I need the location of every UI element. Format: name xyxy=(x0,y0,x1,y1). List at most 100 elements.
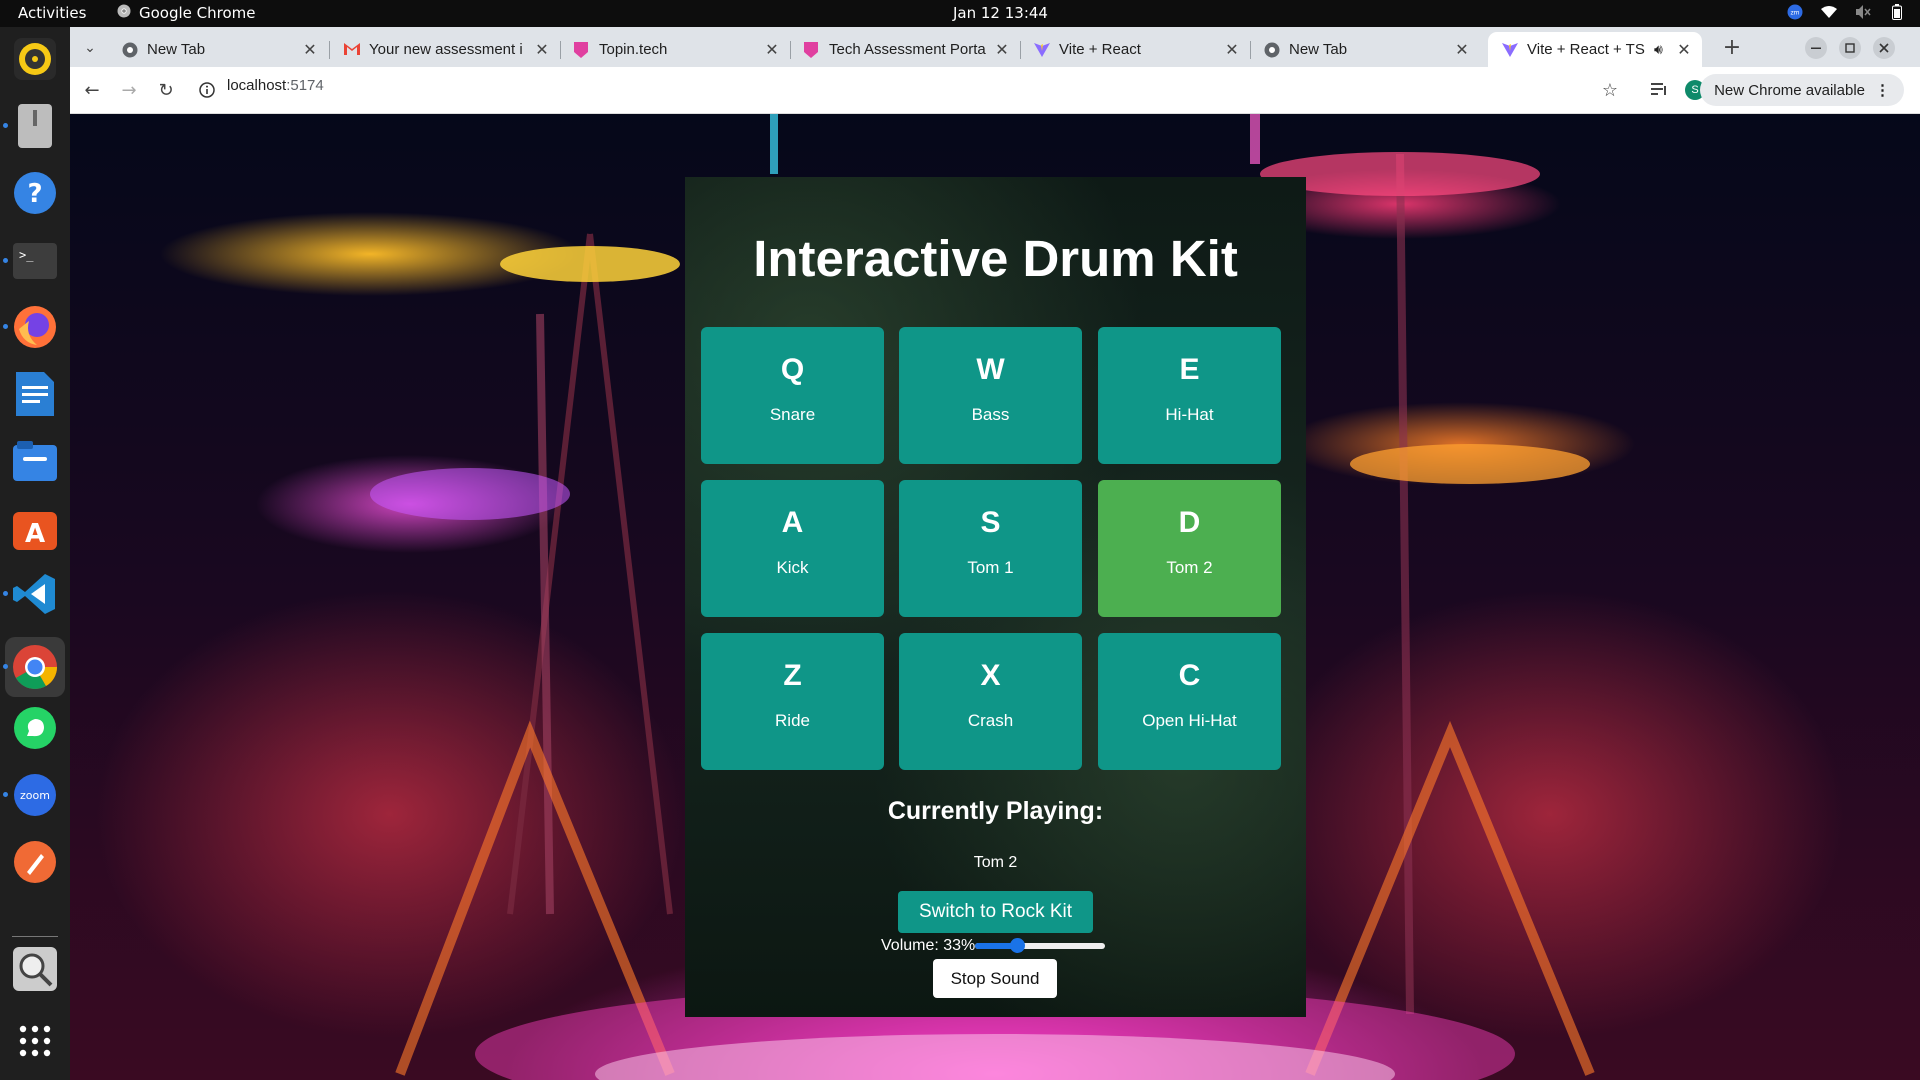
pad-label: Snare xyxy=(769,405,816,424)
topin-icon xyxy=(804,41,820,58)
magnifier-icon[interactable] xyxy=(11,945,59,993)
tab-tech-assessment[interactable]: Tech Assessment Porta ✕ xyxy=(790,32,1020,67)
volume-slider-thumb[interactable] xyxy=(1010,938,1026,953)
pad-key: W xyxy=(976,353,1005,386)
tab-topin[interactable]: Topin.tech ✕ xyxy=(560,32,790,67)
tab-strip: ⌄ New Tab ✕ Your new assessment i ✕ Topi… xyxy=(70,27,1920,67)
pad-label: Open Hi-Hat xyxy=(1142,711,1237,730)
battery-icon[interactable] xyxy=(1888,3,1906,21)
firefox-icon[interactable] xyxy=(11,303,59,351)
pad-label: Tom 2 xyxy=(1166,558,1213,577)
minimize-button[interactable] xyxy=(1804,36,1828,60)
pad-key: C xyxy=(1178,659,1201,692)
drum-pad-a[interactable]: A Kick xyxy=(701,480,884,617)
show-apps-icon[interactable] xyxy=(11,1017,59,1065)
files-icon[interactable] xyxy=(11,437,59,485)
more-menu-icon[interactable]: ⋮ xyxy=(1875,81,1890,99)
tab-title: Tech Assessment Porta xyxy=(829,41,986,58)
tab-gmail[interactable]: Your new assessment i ✕ xyxy=(330,32,560,67)
drum-pad-e[interactable]: E Hi-Hat xyxy=(1098,327,1281,464)
volume-muted-icon[interactable] xyxy=(1854,3,1872,21)
pad-key: Z xyxy=(783,659,802,692)
volume-label: Volume: 33% xyxy=(881,937,976,954)
disk-icon[interactable] xyxy=(11,102,59,150)
currently-playing-heading: Currently Playing: xyxy=(887,797,1104,825)
pad-label: Crash xyxy=(967,711,1014,730)
tab-title: Vite + React + TS xyxy=(1527,41,1645,58)
drum-kit-panel: Interactive Drum Kit Q Snare W Bass E Hi… xyxy=(685,177,1306,1017)
wifi-icon[interactable] xyxy=(1820,3,1838,21)
media-control-icon[interactable] xyxy=(1648,78,1672,102)
new-tab-button[interactable]: + xyxy=(1720,35,1744,60)
browser-toolbar: ← → ↻ localhost:5174 ☆ S New Chrome avai… xyxy=(70,67,1920,114)
close-icon[interactable]: ✕ xyxy=(992,40,1012,60)
svg-text:A: A xyxy=(25,519,45,549)
close-icon[interactable]: ✕ xyxy=(1222,40,1242,60)
volume-control: Volume: 33% xyxy=(881,936,1106,956)
close-icon[interactable]: ✕ xyxy=(532,40,552,60)
pad-key: E xyxy=(1179,353,1200,386)
close-icon[interactable]: ✕ xyxy=(762,40,782,60)
chrome-dock-icon[interactable] xyxy=(5,637,65,697)
drum-pad-s[interactable]: S Tom 1 xyxy=(899,480,1082,617)
back-button[interactable]: ← xyxy=(80,78,104,102)
pad-label: Kick xyxy=(776,558,809,577)
drum-pad-d[interactable]: D Tom 2 xyxy=(1098,480,1281,617)
address-bar[interactable]: localhost:5174 xyxy=(227,77,324,94)
pad-key: A xyxy=(781,506,804,539)
app-center-icon[interactable]: A xyxy=(11,504,59,552)
drum-pad-c[interactable]: C Open Hi-Hat xyxy=(1098,633,1281,770)
vscode-icon[interactable] xyxy=(11,570,59,618)
drum-pad-w[interactable]: W Bass xyxy=(899,327,1082,464)
bookmark-star-icon[interactable]: ☆ xyxy=(1598,78,1622,102)
rhythmbox-icon[interactable] xyxy=(11,35,59,83)
tab-vite-react-ts[interactable]: Vite + React + TS 🔊︎ ✕ xyxy=(1488,32,1702,67)
vite-icon xyxy=(1034,42,1050,58)
chrome-icon xyxy=(117,4,131,22)
tab-search-icon[interactable]: ⌄ xyxy=(78,36,102,60)
profile-initial: S xyxy=(1691,84,1699,96)
close-icon[interactable]: ✕ xyxy=(1674,40,1694,60)
volume-slider[interactable] xyxy=(975,938,1106,953)
writer-icon[interactable] xyxy=(11,370,59,418)
activities-button[interactable]: Activities xyxy=(18,4,86,22)
close-icon[interactable]: ✕ xyxy=(300,40,320,60)
currently-playing-value: Tom 2 xyxy=(973,854,1018,871)
tab-vite-react[interactable]: Vite + React ✕ xyxy=(1020,32,1250,67)
switch-kit-button[interactable]: Switch to Rock Kit xyxy=(898,891,1093,933)
zoom-tray-icon[interactable]: zm xyxy=(1786,3,1804,21)
site-info-icon[interactable] xyxy=(195,78,219,102)
pad-label: Bass xyxy=(971,405,1010,424)
clock[interactable]: Jan 12 13:44 xyxy=(953,4,1048,22)
tab-title: Vite + React xyxy=(1059,41,1141,58)
app-menu[interactable]: Google Chrome xyxy=(117,4,256,22)
zoom-icon[interactable]: zoom xyxy=(11,771,59,819)
drum-pad-x[interactable]: X Crash xyxy=(899,633,1082,770)
update-label: New Chrome available xyxy=(1714,81,1865,99)
whatsapp-icon[interactable] xyxy=(11,704,59,752)
dock: ? >_ A zoom xyxy=(0,27,70,1080)
terminal-icon[interactable]: >_ xyxy=(11,237,59,285)
drum-pad-z[interactable]: Z Ride xyxy=(701,633,884,770)
svg-text:>_: >_ xyxy=(19,248,34,262)
system-tray[interactable]: zm xyxy=(1786,3,1906,21)
tab-new-tab-1[interactable]: New Tab ✕ xyxy=(108,32,328,67)
page-title: Interactive Drum Kit xyxy=(753,230,1238,287)
maximize-button[interactable] xyxy=(1838,36,1862,60)
close-window-button[interactable] xyxy=(1872,36,1896,60)
pen-tool-icon[interactable] xyxy=(11,838,59,886)
speaker-icon[interactable]: 🔊︎ xyxy=(1654,41,1674,58)
chrome-icon xyxy=(1264,42,1280,58)
stop-sound-button[interactable]: Stop Sound xyxy=(933,959,1057,998)
reload-button[interactable]: ↻ xyxy=(154,78,178,102)
pad-key: X xyxy=(980,659,1001,692)
topin-icon xyxy=(574,41,590,58)
forward-button[interactable]: → xyxy=(117,78,141,102)
pad-key: Q xyxy=(780,353,805,386)
update-chrome-button[interactable]: New Chrome available ⋮ xyxy=(1700,74,1904,106)
close-icon[interactable]: ✕ xyxy=(1452,40,1472,60)
tab-new-tab-2[interactable]: New Tab ✕ xyxy=(1250,32,1480,67)
help-icon[interactable]: ? xyxy=(11,169,59,217)
url-port: :5174 xyxy=(286,77,324,94)
drum-pad-q[interactable]: Q Snare xyxy=(701,327,884,464)
